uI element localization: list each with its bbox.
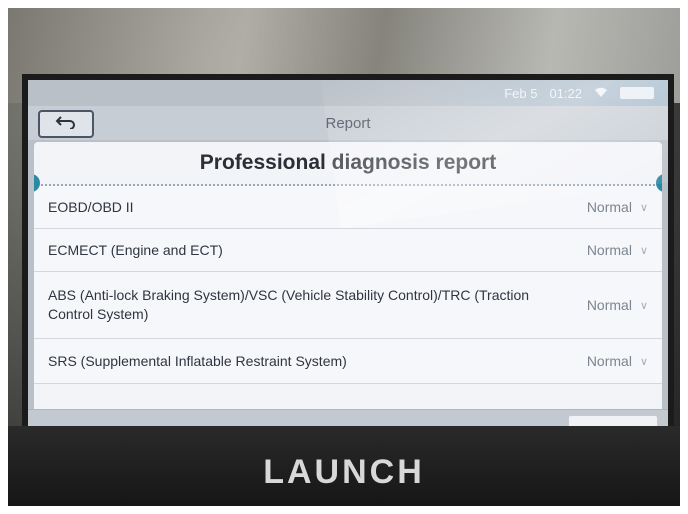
status-dropdown[interactable]: Normal ∨ bbox=[587, 199, 648, 215]
status-dropdown[interactable]: Normal ∨ bbox=[587, 353, 648, 369]
chevron-down-icon: ∨ bbox=[639, 355, 648, 368]
wifi-icon bbox=[594, 86, 608, 101]
status-dropdown[interactable]: Normal ∨ bbox=[587, 242, 648, 258]
report-row-abs[interactable]: ABS (Anti-lock Braking System)/VSC (Vehi… bbox=[34, 272, 662, 339]
status-value: Normal bbox=[586, 353, 632, 369]
report-card: Professional diagnosis report EOBD/OBD I… bbox=[34, 142, 662, 414]
status-time: 01:22 bbox=[549, 85, 582, 101]
device-screen: Feb 5 01:22 Report Professional diagnosi… bbox=[28, 80, 668, 450]
back-button[interactable] bbox=[38, 110, 94, 138]
status-value: Normal bbox=[586, 199, 632, 215]
system-name: SRS (Supplemental Inflatable Restraint S… bbox=[48, 352, 347, 369]
status-value: Normal bbox=[586, 242, 632, 258]
report-row-eobd[interactable]: EOBD/OBD II Normal ∨ bbox=[34, 186, 662, 229]
page-title: Report bbox=[325, 114, 371, 132]
report-row-srs[interactable]: SRS (Supplemental Inflatable Restraint S… bbox=[34, 339, 662, 384]
chevron-down-icon: ∨ bbox=[639, 299, 648, 312]
chevron-down-icon: ∨ bbox=[639, 244, 648, 257]
report-header: Professional diagnosis report bbox=[34, 142, 662, 192]
system-name: ABS (Anti-lock Braking System)/VSC (Vehi… bbox=[48, 287, 530, 322]
brand-logo: LAUNCH bbox=[263, 453, 425, 491]
status-bar: Feb 5 01:22 bbox=[414, 80, 668, 106]
status-value: Normal bbox=[586, 297, 632, 313]
top-bar: Report bbox=[28, 106, 668, 140]
device-bezel: LAUNCH bbox=[8, 426, 680, 506]
system-name: EOBD/OBD II bbox=[48, 198, 134, 215]
photo-background: Feb 5 01:22 Report Professional diagnosi… bbox=[8, 8, 680, 506]
status-dropdown[interactable]: Normal ∨ bbox=[587, 297, 648, 313]
system-name: ECMECT (Engine and ECT) bbox=[48, 241, 223, 258]
battery-icon bbox=[620, 87, 654, 99]
report-title: Professional diagnosis report bbox=[199, 151, 497, 174]
report-row-ecmect[interactable]: ECMECT (Engine and ECT) Normal ∨ bbox=[34, 229, 662, 272]
chevron-down-icon: ∨ bbox=[639, 201, 648, 214]
back-arrow-icon bbox=[55, 115, 77, 134]
status-date: Feb 5 bbox=[504, 85, 538, 101]
